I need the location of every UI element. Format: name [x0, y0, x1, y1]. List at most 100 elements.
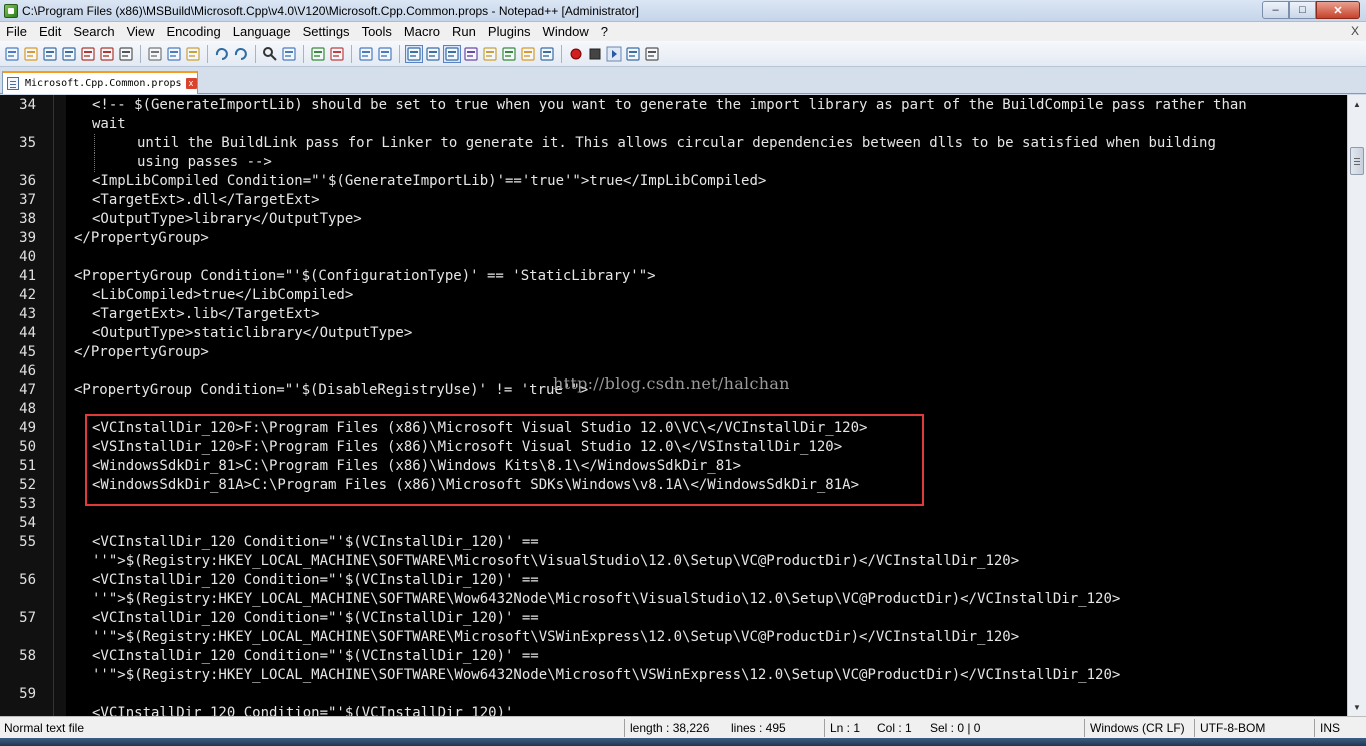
code-text: <VCInstallDir_120 Condition="'$(VCInstal…	[92, 705, 514, 716]
close-icon[interactable]	[80, 46, 96, 62]
code-text: wait	[92, 116, 126, 132]
code-line: ''">$(Registry:HKEY_LOCAL_MACHINE\SOFTWA…	[0, 628, 1347, 647]
code-line: ''">$(Registry:HKEY_LOCAL_MACHINE\SOFTWA…	[0, 590, 1347, 609]
new-file-icon[interactable]	[4, 46, 20, 62]
close-document-icon[interactable]: X	[1348, 24, 1362, 38]
play-macro-icon[interactable]	[606, 46, 622, 62]
minimize-button[interactable]: –	[1262, 1, 1289, 19]
indent-guide	[94, 134, 95, 153]
code-text: ''">$(Registry:HKEY_LOCAL_MACHINE\SOFTWA…	[92, 591, 1121, 607]
window-title: C:\Program Files (x86)\MSBuild\Microsoft…	[22, 3, 639, 18]
print-icon[interactable]	[118, 46, 134, 62]
highlight-box	[85, 414, 924, 506]
line-number: 55	[19, 534, 36, 550]
status-length: length : 38,226	[630, 721, 710, 735]
find-icon[interactable]	[262, 46, 278, 62]
scroll-down-icon[interactable]: ▼	[1349, 699, 1365, 715]
code-line: using passes -->	[0, 153, 1347, 172]
zoom-out-icon[interactable]	[329, 46, 345, 62]
code-line: 42 <LibCompiled>true</LibCompiled>	[0, 286, 1347, 305]
word-wrap-icon[interactable]	[405, 44, 423, 63]
menu-help[interactable]: ?	[595, 24, 614, 39]
code-text: <LibCompiled>true</LibCompiled>	[92, 287, 354, 303]
notepadpp-app-icon	[4, 3, 18, 18]
zoom-in-icon[interactable]	[310, 46, 326, 62]
menu-view[interactable]: View	[121, 24, 161, 39]
indent-guide-icon[interactable]	[443, 44, 461, 63]
line-number: 50	[19, 439, 36, 455]
record-macro-icon[interactable]	[568, 46, 584, 62]
code-text: <VCInstallDir_120 Condition="'$(VCInstal…	[92, 572, 539, 588]
code-line: 58 <VCInstallDir_120 Condition="'$(VCInst…	[0, 647, 1347, 666]
code-text: ''">$(Registry:HKEY_LOCAL_MACHINE\SOFTWA…	[92, 553, 1020, 569]
code-text: <!-- $(GenerateImportLib) should be set …	[92, 97, 1247, 113]
tab-microsoft-cpp-common-props[interactable]: Microsoft.Cpp.Common.props x	[2, 71, 198, 94]
redo-icon[interactable]	[233, 46, 249, 62]
title-bar[interactable]: C:\Program Files (x86)\MSBuild\Microsoft…	[0, 0, 1366, 22]
save-all-icon[interactable]	[61, 46, 77, 62]
close-all-icon[interactable]	[99, 46, 115, 62]
code-text: <PropertyGroup Condition="'$(Configurati…	[74, 268, 656, 284]
menu-edit[interactable]: Edit	[33, 24, 67, 39]
code-line: 59	[0, 685, 1347, 704]
code-text: ''">$(Registry:HKEY_LOCAL_MACHINE\SOFTWA…	[92, 629, 1020, 645]
run-macro-multiple-icon[interactable]	[625, 46, 641, 62]
sync-vertical-icon[interactable]	[358, 46, 374, 62]
doc-map-icon[interactable]	[482, 46, 498, 62]
menu-file[interactable]: File	[0, 24, 33, 39]
user-language-icon[interactable]	[463, 46, 479, 62]
tab-close-icon[interactable]: x	[185, 78, 197, 89]
show-all-chars-icon[interactable]	[425, 46, 441, 62]
code-text: </PropertyGroup>	[74, 344, 209, 360]
scroll-thumb[interactable]	[1350, 147, 1364, 175]
menu-plugins[interactable]: Plugins	[482, 24, 537, 39]
menu-macro[interactable]: Macro	[398, 24, 446, 39]
code-line: 57 <VCInstallDir_120 Condition="'$(VCInst…	[0, 609, 1347, 628]
toolbar-separator	[351, 44, 352, 63]
stop-record-icon[interactable]	[587, 46, 603, 62]
menu-bar: File Edit Search View Encoding Language …	[0, 22, 1366, 41]
menu-run[interactable]: Run	[446, 24, 482, 39]
close-window-button[interactable]: ✕	[1316, 1, 1360, 19]
code-text: <OutputType>staticlibrary</OutputType>	[92, 325, 413, 341]
paste-icon[interactable]	[185, 46, 201, 62]
open-file-icon[interactable]	[23, 46, 39, 62]
code-line: 43 <TargetExt>.lib</TargetExt>	[0, 305, 1347, 324]
menu-search[interactable]: Search	[67, 24, 120, 39]
scroll-up-icon[interactable]: ▲	[1349, 96, 1365, 112]
cut-icon[interactable]	[147, 46, 163, 62]
code-text: <ImpLibCompiled Condition="'$(GenerateIm…	[92, 173, 767, 189]
folder-workspace-icon[interactable]	[520, 46, 536, 62]
status-bar: Normal text file length : 38,226 lines :…	[0, 716, 1366, 738]
code-line: 55 <VCInstallDir_120 Condition="'$(VCInst…	[0, 533, 1347, 552]
code-line: 41 <PropertyGroup Condition="'$(Configura…	[0, 267, 1347, 286]
status-mode: INS	[1320, 721, 1341, 735]
save-icon[interactable]	[42, 46, 58, 62]
line-number: 57	[19, 610, 36, 626]
vertical-scrollbar[interactable]: ▲ ▼	[1347, 95, 1366, 716]
replace-icon[interactable]	[281, 46, 297, 62]
menu-encoding[interactable]: Encoding	[161, 24, 227, 39]
menu-window[interactable]: Window	[537, 24, 595, 39]
copy-icon[interactable]	[166, 46, 182, 62]
code-line: 35 until the BuildLink pass for Linker to…	[0, 134, 1347, 153]
function-list-icon[interactable]	[501, 46, 517, 62]
status-file-type: Normal text file	[4, 721, 85, 735]
menu-language[interactable]: Language	[227, 24, 297, 39]
code-editor[interactable]: 34 <!-- $(GenerateImportLib) should be se…	[0, 95, 1347, 716]
undo-icon[interactable]	[214, 46, 230, 62]
code-line: <VCInstallDir_120 Condition="'$(VCInstal…	[0, 704, 1347, 716]
code-text: <OutputType>library</OutputType>	[92, 211, 362, 227]
monitoring-icon[interactable]	[539, 46, 555, 62]
save-macro-icon[interactable]	[644, 46, 660, 62]
menu-settings[interactable]: Settings	[297, 24, 356, 39]
toolbar-separator	[399, 44, 400, 63]
sync-horizontal-icon[interactable]	[377, 46, 393, 62]
line-number: 48	[19, 401, 36, 417]
line-number: 49	[19, 420, 36, 436]
maximize-button[interactable]: □	[1289, 1, 1316, 19]
status-ln: Ln : 1	[830, 721, 861, 735]
toolbar-separator	[140, 44, 141, 63]
code-line: 36 <ImpLibCompiled Condition="'$(Generate…	[0, 172, 1347, 191]
menu-tools[interactable]: Tools	[356, 24, 398, 39]
